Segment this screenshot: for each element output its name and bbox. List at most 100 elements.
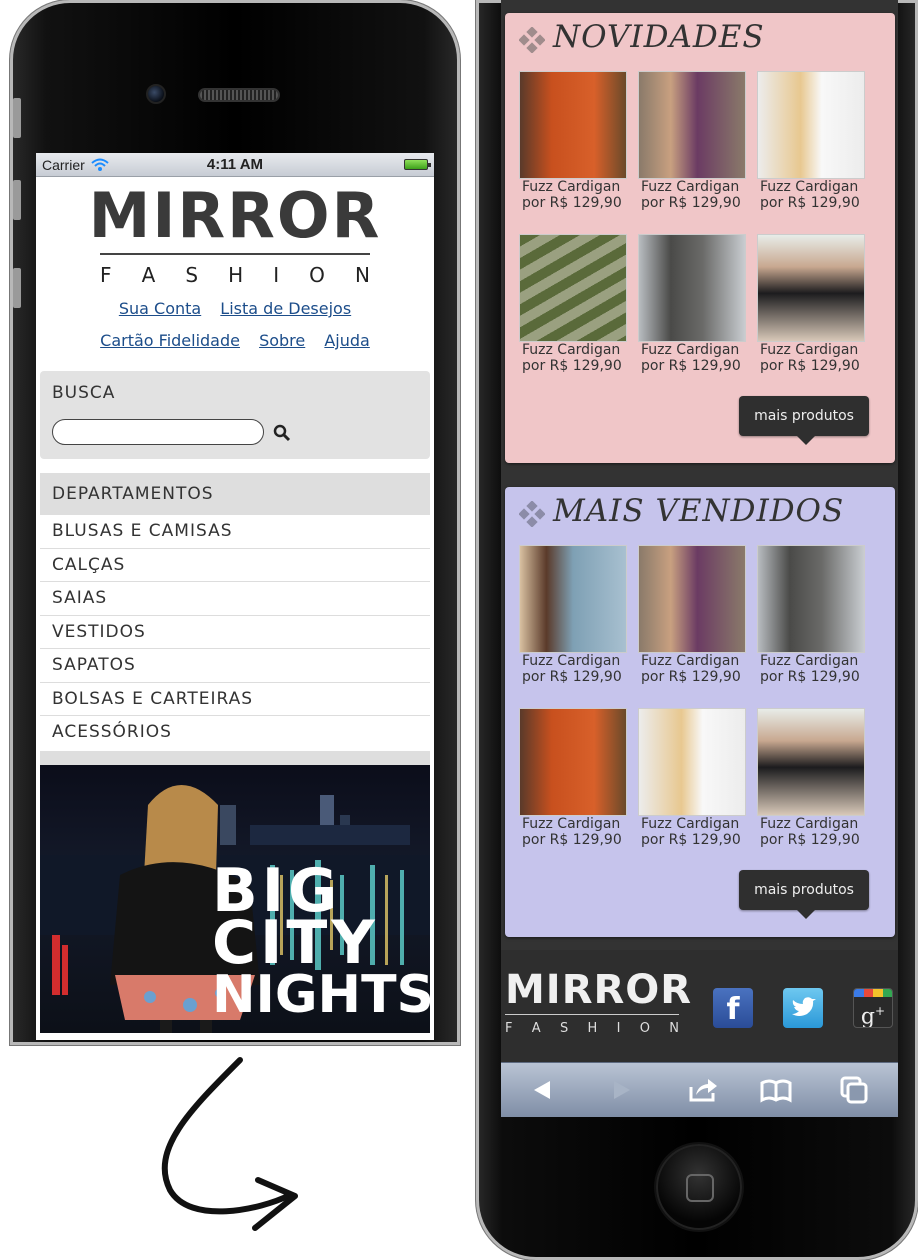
diamond-ornament-icon bbox=[519, 27, 545, 53]
product-card[interactable]: Fuzz Cardigan por R$ 129,90 bbox=[638, 708, 748, 854]
share-icon[interactable] bbox=[686, 1073, 720, 1107]
home-square-icon bbox=[686, 1174, 714, 1202]
dept-item-bolsas[interactable]: BOLSAS E CARTEIRAS bbox=[40, 682, 430, 716]
facebook-icon[interactable]: f bbox=[713, 988, 753, 1028]
volume-up-button bbox=[13, 180, 21, 220]
dept-item-acessorios[interactable]: ACESSÓRIOS bbox=[40, 716, 430, 750]
google-plus-icon[interactable]: g+ bbox=[853, 988, 893, 1028]
logo-fashion-text: FASHION bbox=[100, 263, 370, 287]
forward-arrow-icon[interactable] bbox=[604, 1073, 638, 1107]
product-price: por R$ 129,90 bbox=[522, 358, 622, 374]
earpiece-speaker bbox=[198, 88, 280, 102]
product-card[interactable]: Fuzz Cardigan por R$ 129,90 bbox=[519, 71, 629, 217]
diamond-ornament-icon bbox=[519, 501, 545, 527]
curved-arrow-icon bbox=[161, 1057, 298, 1231]
bookmarks-icon[interactable] bbox=[759, 1073, 793, 1107]
product-name: Fuzz Cardigan bbox=[641, 342, 740, 358]
link-sobre[interactable]: Sobre bbox=[259, 331, 305, 350]
novidades-more-button[interactable]: mais produtos bbox=[739, 396, 869, 445]
site-footer: MIRROR FASHION f g+ bbox=[501, 950, 898, 1062]
search-box: BUSCA bbox=[40, 371, 430, 459]
logo-divider bbox=[100, 253, 370, 255]
product-image[interactable] bbox=[519, 545, 627, 653]
product-card[interactable]: Fuzz Cardigan por R$ 129,90 bbox=[638, 545, 748, 691]
product-name: Fuzz Cardigan bbox=[760, 816, 859, 832]
back-arrow-icon[interactable] bbox=[526, 1073, 560, 1107]
volume-down-button bbox=[13, 268, 21, 308]
product-name: Fuzz Cardigan bbox=[641, 816, 740, 832]
twitter-icon[interactable] bbox=[783, 988, 823, 1028]
tabs-icon[interactable] bbox=[837, 1073, 871, 1107]
mais-vendidos-title: MAIS VENDIDOS bbox=[553, 493, 845, 529]
home-button[interactable] bbox=[656, 1144, 742, 1230]
front-camera-icon bbox=[146, 84, 166, 104]
dept-item-saias[interactable]: SAIAS bbox=[40, 582, 430, 616]
product-price: por R$ 129,90 bbox=[641, 358, 741, 374]
banner-headline: BIG CITY NIGHTS bbox=[212, 861, 430, 1025]
product-price: por R$ 129,90 bbox=[522, 195, 622, 211]
header-logo[interactable]: MIRROR FASHION bbox=[36, 179, 434, 288]
footer-logo[interactable]: MIRROR FASHION bbox=[505, 967, 693, 1036]
product-image[interactable] bbox=[638, 545, 746, 653]
departments-header: DEPARTAMENTOS bbox=[40, 473, 430, 515]
link-lista-de-desejos[interactable]: Lista de Desejos bbox=[220, 299, 351, 318]
link-sua-conta[interactable]: Sua Conta bbox=[119, 299, 201, 318]
footer-logo-fashion: FASHION bbox=[505, 1021, 679, 1036]
footer-logo-divider bbox=[505, 1014, 679, 1015]
search-icon[interactable] bbox=[272, 423, 292, 443]
promo-banner[interactable]: BIG CITY NIGHTS bbox=[40, 765, 430, 1033]
battery-icon bbox=[404, 159, 431, 170]
browser-toolbar bbox=[501, 1062, 898, 1117]
mais-vendidos-panel: MAIS VENDIDOS Fuzz Cardigan por R$ 129,9… bbox=[505, 487, 895, 937]
product-card[interactable]: Fuzz Cardigan por R$ 129,90 bbox=[757, 71, 867, 217]
product-image[interactable] bbox=[757, 708, 865, 816]
right-phone-screen: NOVIDADES Fuzz Cardigan por R$ 129,90 Fu… bbox=[501, 0, 898, 1117]
product-card[interactable]: Fuzz Cardigan por R$ 129,90 bbox=[757, 708, 867, 854]
product-name: Fuzz Cardigan bbox=[760, 653, 859, 669]
product-card[interactable]: Fuzz Cardigan por R$ 129,90 bbox=[638, 234, 748, 380]
product-image[interactable] bbox=[757, 234, 865, 342]
product-image[interactable] bbox=[638, 234, 746, 342]
product-name: Fuzz Cardigan bbox=[760, 342, 859, 358]
mais-vendidos-more-button[interactable]: mais produtos bbox=[739, 870, 869, 919]
dept-item-vestidos[interactable]: VESTIDOS bbox=[40, 615, 430, 649]
product-name: Fuzz Cardigan bbox=[760, 179, 859, 195]
product-image[interactable] bbox=[519, 234, 627, 342]
product-card[interactable]: Fuzz Cardigan por R$ 129,90 bbox=[519, 545, 629, 691]
product-image[interactable] bbox=[638, 71, 746, 179]
product-image[interactable] bbox=[519, 708, 627, 816]
product-card[interactable]: Fuzz Cardigan por R$ 129,90 bbox=[757, 545, 867, 691]
dept-item-sapatos[interactable]: SAPATOS bbox=[40, 649, 430, 683]
product-image[interactable] bbox=[638, 708, 746, 816]
product-price: por R$ 129,90 bbox=[760, 195, 860, 211]
logo-mirror-text: MIRROR bbox=[88, 179, 382, 252]
product-name: Fuzz Cardigan bbox=[522, 653, 621, 669]
product-name: Fuzz Cardigan bbox=[522, 179, 621, 195]
account-links: Sua Conta Lista de Desejos Cartão Fideli… bbox=[36, 299, 434, 350]
product-card[interactable]: Fuzz Cardigan por R$ 129,90 bbox=[638, 71, 748, 217]
product-card[interactable]: Fuzz Cardigan por R$ 129,90 bbox=[757, 234, 867, 380]
product-card[interactable]: Fuzz Cardigan por R$ 129,90 bbox=[519, 708, 629, 854]
link-cartao-fidelidade[interactable]: Cartão Fidelidade bbox=[100, 331, 240, 350]
dept-item-calcas[interactable]: CALÇAS bbox=[40, 548, 430, 582]
product-card[interactable]: Fuzz Cardigan por R$ 129,90 bbox=[519, 234, 629, 380]
product-price: por R$ 129,90 bbox=[641, 669, 741, 685]
footer-logo-mirror: MIRROR bbox=[505, 967, 693, 1013]
product-price: por R$ 129,90 bbox=[760, 669, 860, 685]
departments-list: BLUSAS E CAMISAS CALÇAS SAIAS VESTIDOS S… bbox=[40, 515, 430, 750]
link-ajuda[interactable]: Ajuda bbox=[324, 331, 370, 350]
novidades-title: NOVIDADES bbox=[553, 19, 765, 55]
product-name: Fuzz Cardigan bbox=[522, 816, 621, 832]
product-price: por R$ 129,90 bbox=[641, 195, 741, 211]
product-name: Fuzz Cardigan bbox=[522, 342, 621, 358]
dept-item-blusas[interactable]: BLUSAS E CAMISAS bbox=[40, 515, 430, 549]
search-input[interactable] bbox=[52, 419, 264, 445]
departments-footer-bar bbox=[40, 751, 430, 765]
product-name: Fuzz Cardigan bbox=[641, 179, 740, 195]
product-image[interactable] bbox=[519, 71, 627, 179]
banner-line-nights: NIGHTS bbox=[212, 965, 430, 1025]
product-image[interactable] bbox=[757, 71, 865, 179]
product-image[interactable] bbox=[757, 545, 865, 653]
product-price: por R$ 129,90 bbox=[760, 358, 860, 374]
product-name: Fuzz Cardigan bbox=[641, 653, 740, 669]
